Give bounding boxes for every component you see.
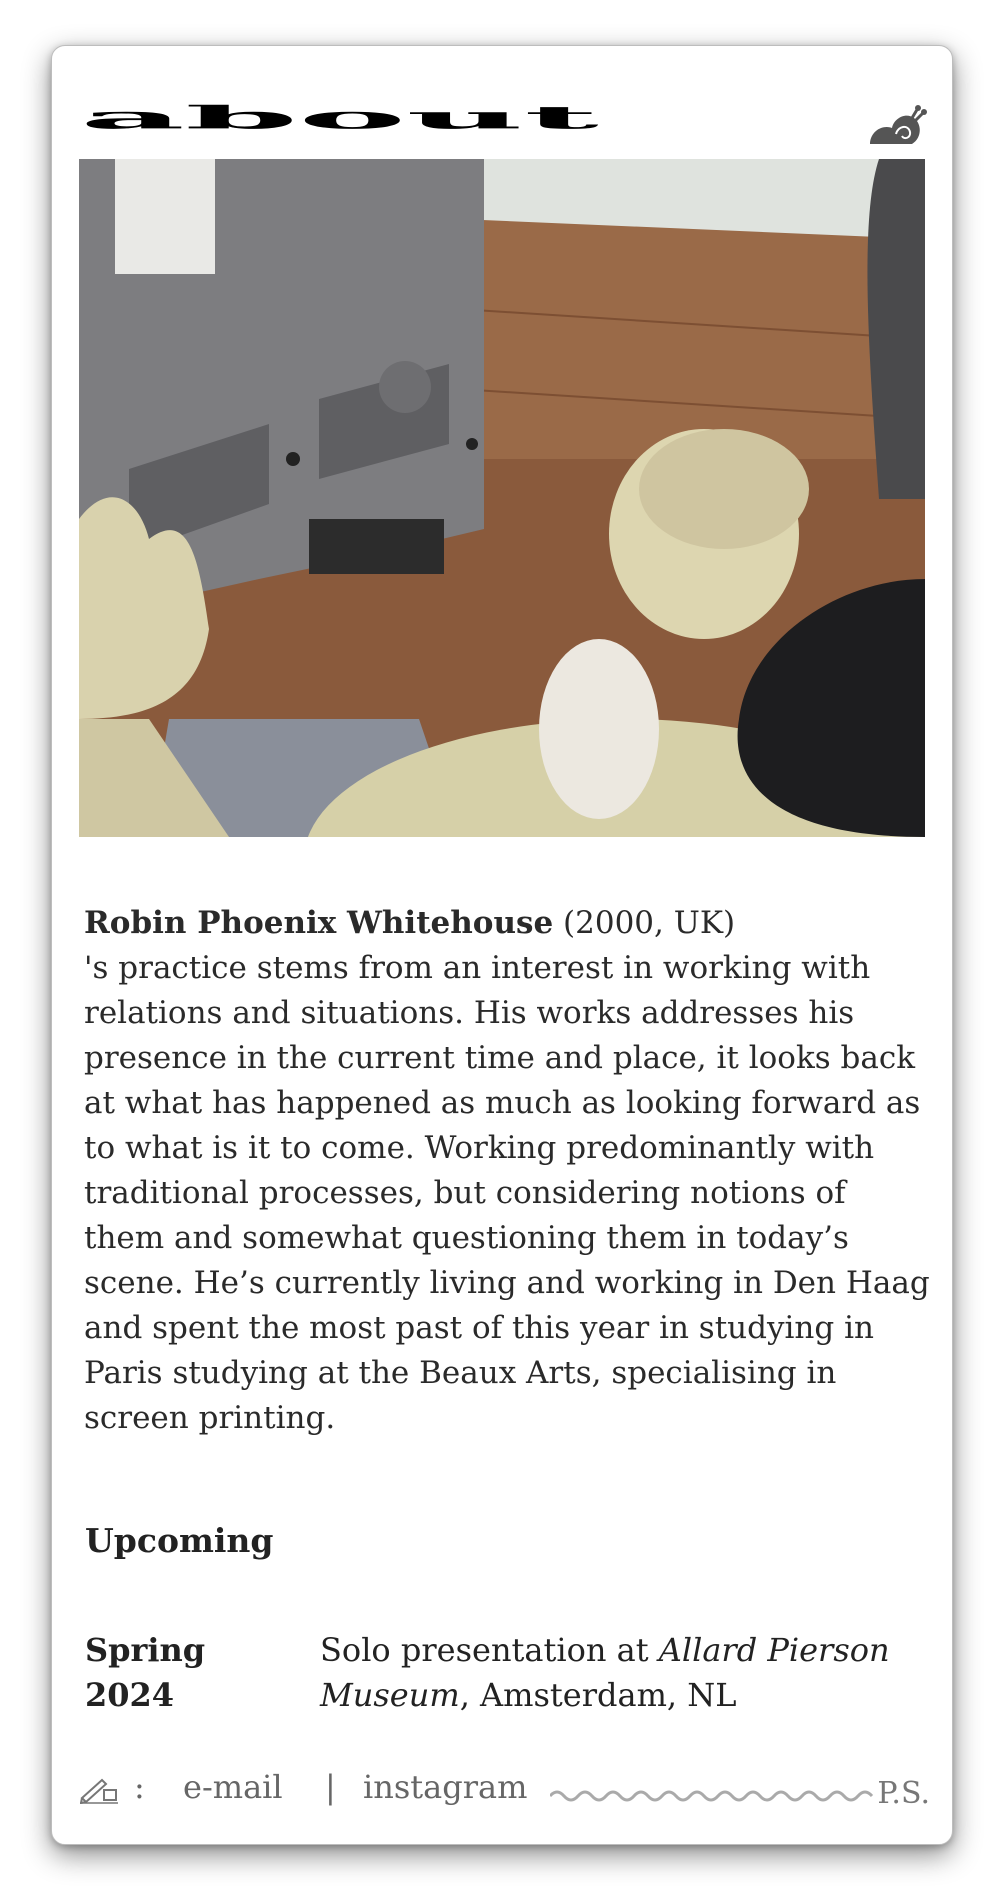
instagram-link[interactable]: instagram xyxy=(363,1768,527,1806)
event-desc-suffix: , Amsterdam, NL xyxy=(459,1676,737,1714)
upcoming-heading: Upcoming xyxy=(85,1521,274,1560)
photo-sculpture xyxy=(79,159,925,837)
wavy-divider xyxy=(550,1790,874,1802)
footer-colon: : xyxy=(134,1768,145,1806)
artist-name: Robin Phoenix Whitehouse xyxy=(84,905,554,941)
pen-icon xyxy=(80,1778,118,1804)
snail-icon[interactable] xyxy=(866,104,928,148)
bio-body: 's practice stems from an interest in wo… xyxy=(84,950,930,1436)
footer-separator: | xyxy=(325,1768,336,1806)
event-desc-prefix: Solo presentation at xyxy=(320,1631,659,1669)
artist-meta: (2000, UK) xyxy=(553,905,736,941)
about-card: about Robin Phoenix Whitehouse (2000, UK… xyxy=(51,45,953,1845)
ps-link[interactable]: P.S. xyxy=(877,1776,930,1811)
event-date: Spring 2024 xyxy=(85,1631,206,1714)
bio-text: Robin Phoenix Whitehouse (2000, UK) 's p… xyxy=(84,901,934,1441)
photo-sculpture-illustration xyxy=(79,159,925,837)
page-title: about xyxy=(80,99,599,137)
email-link[interactable]: e-mail xyxy=(183,1768,283,1806)
footer: : e-mail | instagram P.S. xyxy=(80,1768,930,1818)
event-description: Solo presentation at Allard Pierson Muse… xyxy=(320,1628,920,1718)
